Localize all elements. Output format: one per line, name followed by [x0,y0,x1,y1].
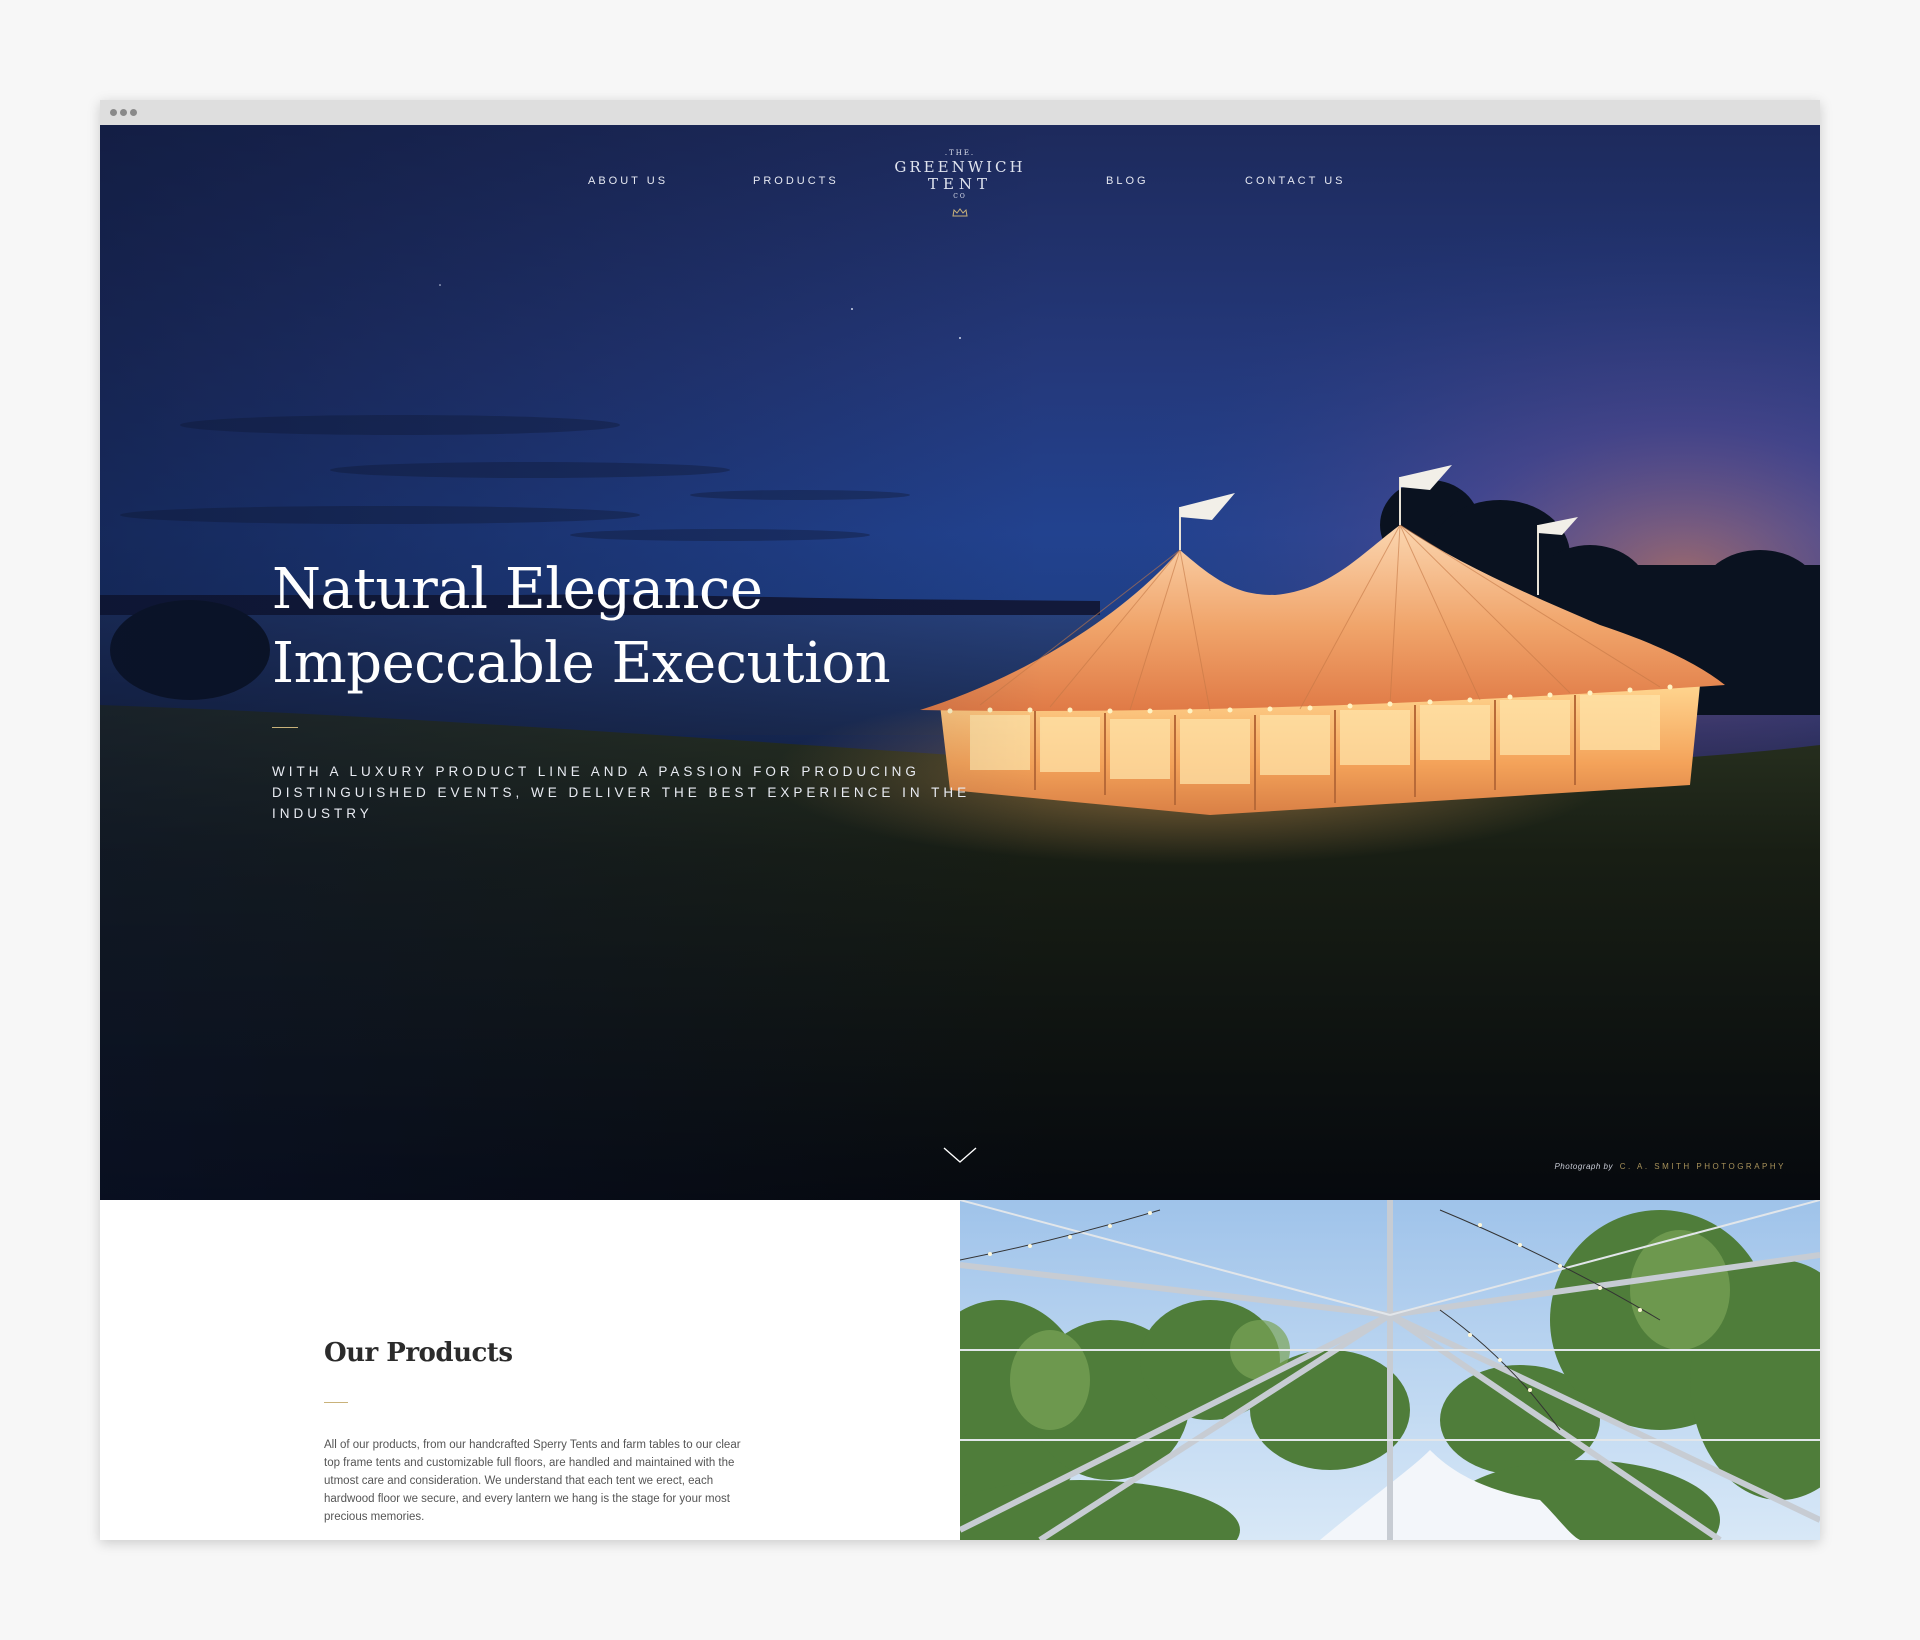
window-dot-icon[interactable] [120,109,127,116]
products-title: Our Products [324,1338,513,1368]
hero-tagline: With a luxury product line and a passion… [272,764,971,821]
hero-divider [272,727,298,728]
nav-about-us[interactable]: ABOUT US [588,175,668,187]
headline-line-2: Impeccable Execution [272,631,891,696]
headline-line-1: Natural Elegance [272,557,763,622]
products-divider [324,1402,348,1403]
hero-headline: Natural Elegance Impeccable Execution [272,553,891,701]
photo-credit: Photograph by C. A. SMITH PHOTOGRAPHY [1554,1162,1786,1171]
window-dot-icon[interactable] [130,109,137,116]
logo-tent: TENT [927,175,993,193]
nav-blog[interactable]: BLOG [1106,175,1149,187]
credit-prefix: Photograph by [1554,1162,1613,1171]
nav-products[interactable]: PRODUCTS [753,175,839,187]
site-logo[interactable]: .THE. GREENWICH TENT CO [880,147,1040,222]
crown-icon [952,202,968,221]
logo-greenwich: GREENWICH [894,158,1026,176]
browser-window: ABOUT US PRODUCTS .THE. GREENWICH TENT C… [100,100,1820,1540]
browser-chrome [100,100,1820,125]
products-description: All of our products, from our handcrafte… [324,1439,741,1523]
window-dot-icon[interactable] [110,109,117,116]
clear-tent-photo [960,1200,1820,1540]
logo-co: CO [953,193,967,200]
nav-contact-us[interactable]: CONTACT US [1245,175,1346,187]
credit-photographer-link[interactable]: C. A. SMITH PHOTOGRAPHY [1620,1162,1786,1171]
chevron-down-icon[interactable] [942,1145,978,1165]
products-section: Our Products All of our products, from o… [100,1200,960,1540]
logo-the: .THE. [944,149,976,157]
hero-section: ABOUT US PRODUCTS .THE. GREENWICH TENT C… [100,125,1820,1200]
